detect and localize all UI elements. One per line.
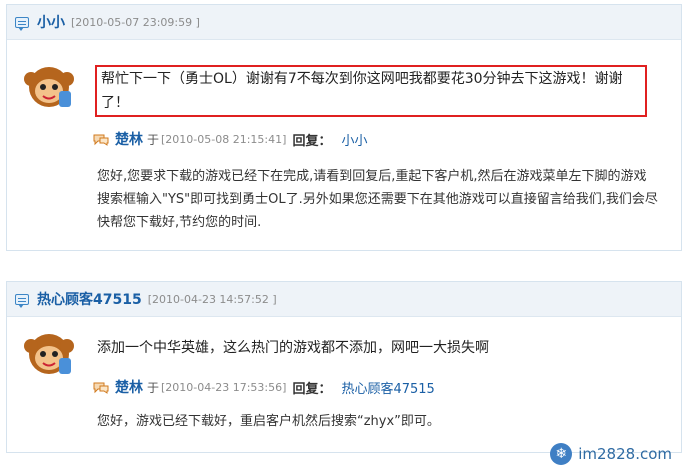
reply-text: 您好，游戏已经下载好，重启客户机然后搜索“zhyx”即可。 [97, 414, 440, 429]
post-time: [2010-05-07 23:09:59 ] [71, 15, 200, 29]
post-card: 小小 [2010-05-07 23:09:59 ] 帮忙下一下（勇士OL）谢谢有… [6, 4, 682, 251]
message-icon [15, 16, 29, 31]
reply-bubble-icon [93, 134, 109, 146]
snowflake-icon: ❄ [550, 443, 573, 465]
reply-label: 回复： [292, 133, 332, 149]
post-username[interactable]: 热心顾客47515 [37, 289, 142, 309]
reply-text: 您好,您要求下载的游戏已经下在完成,请看到回复后,重起下客户机,然后在游戏菜单左… [97, 169, 658, 230]
reply-author[interactable]: 楚林 [115, 129, 143, 149]
monkey-avatar-icon [24, 67, 74, 107]
question-text: 帮忙下一下（勇士OL）谢谢有7不每次到你这网吧我都要花30分钟去下这游戏！谢谢了… [95, 65, 647, 117]
post-header: 小小 [2010-05-07 23:09:59 ] [7, 5, 681, 40]
watermark: ❄ im2828.com [550, 443, 672, 465]
question-text-box: 帮忙下一下（勇士OL）谢谢有7不每次到你这网吧我都要花30分钟去下这游戏！谢谢了… [95, 65, 647, 117]
reply-yu: 于 [147, 380, 160, 395]
reply-time: [2010-05-08 21:15:41] [161, 132, 287, 146]
post-username[interactable]: 小小 [37, 12, 65, 32]
reply-label: 回复： [292, 381, 332, 397]
reply-header: 楚林 于 [2010-05-08 21:15:41] 回复： 小小 [93, 129, 367, 149]
watermark-text: im2828.com [578, 445, 672, 463]
reply-time: [2010-04-23 17:53:56] [161, 380, 287, 394]
monkey-avatar-icon [24, 334, 74, 374]
reply-bubble-icon [93, 382, 109, 394]
post-time: [2010-04-23 14:57:52 ] [147, 292, 277, 306]
reply-author[interactable]: 楚林 [115, 377, 143, 397]
post-card: 热心顾客47515 [2010-04-23 14:57:52 ] 添加一个中华英… [6, 281, 682, 453]
reply-target[interactable]: 小小 [341, 130, 367, 149]
reply-yu: 于 [147, 132, 160, 147]
reply-header: 楚林 于 [2010-04-23 17:53:56] 回复： 热心顾客47515 [93, 377, 435, 397]
post-header: 热心顾客47515 [2010-04-23 14:57:52 ] [7, 282, 681, 317]
message-icon [15, 293, 29, 308]
reply-target[interactable]: 热心顾客47515 [341, 378, 434, 397]
question-text: 添加一个中华英雄，这么热门的游戏都不添加，网吧一大损失啊 [97, 340, 489, 356]
